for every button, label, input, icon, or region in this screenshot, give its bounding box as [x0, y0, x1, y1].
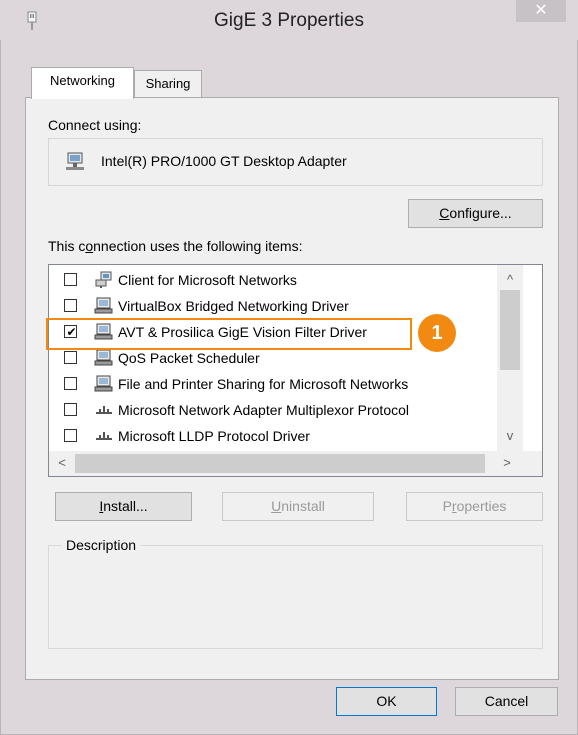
network-protocol-icon [96, 406, 112, 414]
callout-badge: 1 [418, 314, 456, 352]
tab-sharing-label: Sharing [145, 76, 191, 91]
network-adapter-icon [66, 152, 84, 170]
item-checkbox[interactable] [64, 429, 77, 442]
item-checkbox[interactable] [64, 273, 77, 286]
install-button[interactable]: Install... [55, 492, 192, 521]
items-label-part1: This c [48, 238, 86, 254]
properties-label-1: P [442, 498, 452, 514]
tab-networking-label: Networking [49, 73, 116, 88]
items-label-accesskey: o [85, 238, 94, 254]
adapter-name: Intel(R) PRO/1000 GT Desktop Adapter [101, 153, 347, 169]
connect-using-label: Connect using: [48, 117, 142, 133]
scroll-down-icon[interactable]: v [500, 428, 520, 443]
close-icon: ✕ [534, 2, 548, 19]
uninstall-accesskey: U [271, 498, 282, 514]
item-checkbox[interactable] [64, 299, 77, 312]
item-label: Client for Microsoft Networks [118, 272, 297, 288]
network-service-icon [94, 297, 113, 314]
item-label: File and Printer Sharing for Microsoft N… [118, 376, 409, 392]
configure-button-accesskey: C [439, 205, 450, 221]
callout-highlight-box [46, 318, 412, 350]
list-item[interactable]: Client for Microsoft Networks [64, 267, 494, 293]
ok-button[interactable]: OK [336, 687, 437, 716]
uninstall-label: ninstall [281, 498, 325, 514]
scroll-up-icon[interactable]: ^ [500, 272, 520, 287]
scroll-right-icon[interactable]: > [497, 455, 517, 470]
list-item[interactable]: File and Printer Sharing for Microsoft N… [64, 371, 494, 397]
properties-button[interactable]: Properties [406, 492, 543, 521]
vertical-scroll-thumb[interactable] [500, 290, 520, 370]
properties-label-2: operties [456, 498, 507, 514]
item-label: Microsoft Network Adapter Multiplexor Pr… [118, 402, 409, 418]
tab-networking[interactable]: Networking [31, 67, 134, 99]
description-label: Description [62, 537, 141, 553]
item-checkbox[interactable] [64, 377, 77, 390]
window-title: GigE 3 Properties [214, 10, 364, 31]
network-client-icon [95, 271, 112, 288]
cancel-button[interactable]: Cancel [455, 687, 558, 716]
items-label-part2: nnection uses the following items: [93, 238, 303, 254]
list-item[interactable]: Microsoft LLDP Protocol Driver [64, 423, 494, 449]
uninstall-button[interactable]: Uninstall [222, 492, 374, 521]
install-label: nstall... [103, 498, 148, 514]
configure-button[interactable]: Configure... [408, 199, 543, 228]
scroll-left-icon[interactable]: < [52, 455, 72, 470]
network-protocol-icon [96, 432, 112, 440]
item-label: Microsoft LLDP Protocol Driver [118, 428, 310, 444]
description-group [48, 545, 543, 649]
item-checkbox[interactable] [64, 351, 77, 364]
item-checkbox[interactable] [64, 403, 77, 416]
items-section-label: This connection uses the following items… [48, 238, 302, 254]
close-button[interactable]: ✕ [516, 0, 566, 22]
network-service-icon [94, 375, 113, 392]
item-label: VirtualBox Bridged Networking Driver [118, 298, 349, 314]
network-service-icon [94, 349, 113, 366]
list-item[interactable]: Microsoft Network Adapter Multiplexor Pr… [64, 397, 494, 423]
configure-button-label: onfigure... [449, 205, 512, 221]
scroll-corner [523, 451, 542, 476]
horizontal-scroll-thumb[interactable] [75, 454, 485, 473]
tab-sharing[interactable]: Sharing [134, 70, 202, 98]
